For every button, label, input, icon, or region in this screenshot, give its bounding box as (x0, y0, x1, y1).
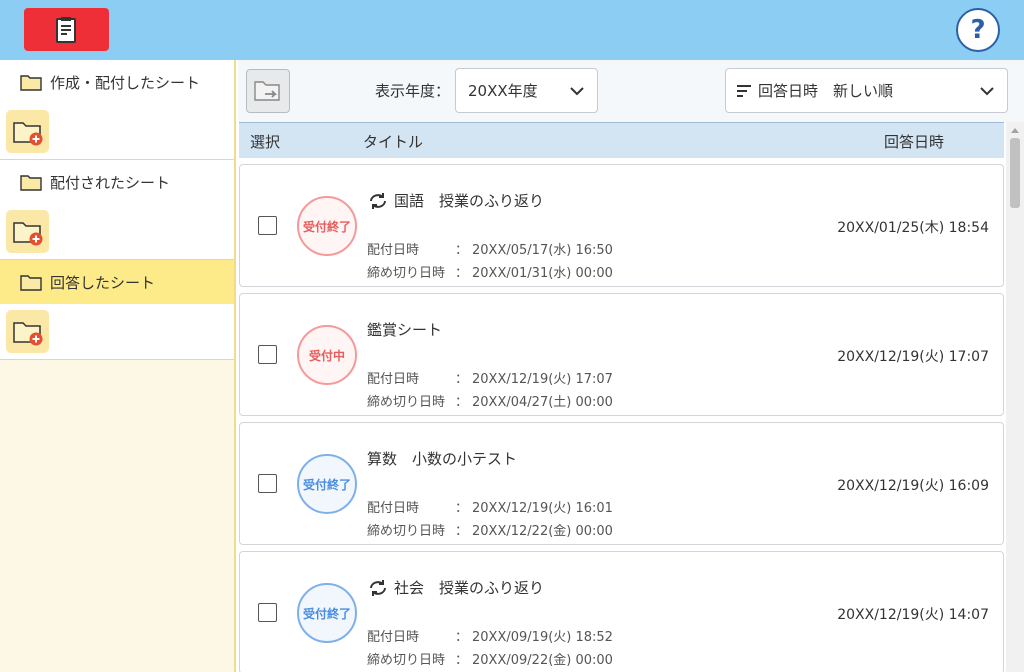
folder-icon (20, 73, 42, 91)
distributed-value: 20XX/12/19(火) 16:01 (472, 501, 613, 516)
deadline-row: 締め切り日時 ： 20XX/09/22(金) 00:00 (367, 649, 613, 668)
select-checkbox[interactable] (258, 474, 277, 493)
deadline-key: 締め切り日時 (367, 524, 446, 539)
distributed-row: 配付日時 ： 20XX/12/19(火) 16:01 (367, 497, 613, 516)
select-checkbox[interactable] (258, 603, 277, 622)
clipboard-note-icon (55, 16, 76, 43)
status-badge: 受付終了 (297, 454, 357, 514)
deadline-key: 締め切り日時 (367, 653, 446, 668)
app-header: ? (0, 0, 1024, 60)
sheet-title[interactable]: 国語 授業のふり返り (367, 190, 544, 211)
meta-separator: ： (455, 630, 469, 645)
chevron-down-icon (980, 87, 994, 96)
distributed-value: 20XX/09/19(火) 18:52 (472, 630, 613, 645)
sidebar-group-created: 作成・配付したシート (0, 60, 234, 160)
add-folder-button[interactable] (6, 210, 49, 253)
list-item[interactable]: 受付終了 算数 小数の小テスト 配付日時 ： 20XX/12/19(火) 16:01… (239, 422, 1004, 545)
distributed-key: 配付日時 (367, 630, 420, 645)
sidebar-group-answered: 回答したシート (0, 260, 234, 360)
deadline-value: 20XX/09/22(金) 00:00 (472, 653, 613, 668)
distributed-row: 配付日時 ： 20XX/09/19(火) 18:52 (367, 626, 613, 645)
year-select[interactable]: 20XX年度 (455, 68, 598, 113)
meta-separator: ： (455, 653, 469, 668)
deadline-row: 締め切り日時 ： 20XX/12/22(金) 00:00 (367, 520, 613, 539)
repeat-icon (367, 191, 389, 211)
sidebar-item-label: 回答したシート (50, 273, 156, 292)
sidebar: 作成・配付したシート 配付されたシート 回答したシート (0, 60, 236, 672)
status-badge: 受付終了 (297, 196, 357, 256)
folder-icon (20, 173, 42, 191)
distributed-value: 20XX/12/19(火) 17:07 (472, 372, 613, 387)
sort-lines-icon (737, 84, 751, 97)
sort-select[interactable]: 回答日時 新しい順 (725, 68, 1008, 113)
sidebar-item-label: 作成・配付したシート (50, 73, 201, 92)
sheet-title-text: 社会 授業のふり返り (394, 579, 545, 597)
move-folder-button[interactable] (246, 69, 290, 113)
list-item[interactable]: 受付中 鑑賞シート 配付日時： 20XX/12/19(火) 17:07 締め切り日… (239, 293, 1004, 416)
meta-separator: ： (455, 501, 469, 516)
meta-separator: ： (455, 372, 469, 387)
meta-separator: ： (455, 524, 469, 539)
deadline-value: 20XX/04/27(土) 00:00 (472, 395, 613, 410)
sheet-title[interactable]: 社会 授業のふり返り (367, 577, 544, 598)
header-answered[interactable]: 回答日時 (884, 131, 944, 152)
distributed-row: 配付日時 ： 20XX/12/19(火) 17:07 (367, 368, 613, 387)
folder-icon (20, 273, 42, 291)
year-value: 20XX年度 (468, 82, 538, 100)
app-menu-button[interactable] (24, 8, 109, 51)
select-checkbox[interactable] (258, 345, 277, 364)
meta-separator: ： (455, 395, 469, 410)
select-checkbox[interactable] (258, 216, 277, 235)
distributed-key: 配付日時 (367, 501, 420, 516)
add-folder-button[interactable] (6, 110, 49, 153)
scroll-up-arrow-icon[interactable] (1011, 128, 1019, 133)
sheet-title-text: 国語 授業のふり返り (394, 192, 545, 210)
chevron-down-icon (570, 87, 584, 96)
help-button[interactable]: ? (956, 8, 1000, 52)
deadline-key: 締め切り日時 (367, 395, 446, 410)
meta-separator: ： (455, 243, 469, 258)
sheet-title[interactable]: 鑑賞シート (367, 319, 442, 340)
add-folder-button[interactable] (6, 310, 49, 353)
answered-value: 20XX/12/19(火) 16:09 (837, 478, 989, 494)
sidebar-item-distributed[interactable]: 配付されたシート (0, 160, 234, 204)
sidebar-item-created[interactable]: 作成・配付したシート (0, 60, 234, 104)
sheet-title[interactable]: 算数 小数の小テスト (367, 448, 517, 469)
question-circle-icon: ? (970, 15, 986, 45)
list-item[interactable]: 受付終了 国語 授業のふり返り 配付日時 ： 20XX/05/17(水) 16:50… (239, 164, 1004, 287)
deadline-value: 20XX/12/22(金) 00:00 (472, 524, 613, 539)
status-badge: 受付終了 (297, 583, 357, 643)
header-select: 選択 (250, 133, 281, 151)
deadline-row: 締め切り日時 ： 20XX/01/31(水) 00:00 (367, 262, 613, 281)
distributed-row: 配付日時 ： 20XX/05/17(水) 16:50 (367, 239, 613, 258)
answered-value: 20XX/12/19(火) 14:07 (837, 607, 989, 623)
table-header: 選択 タイトル 回答日時 (239, 122, 1004, 158)
year-label: 表示年度： (375, 82, 451, 100)
meta-separator: ： (455, 266, 469, 281)
answered-value: 20XX/01/25(木) 18:54 (837, 220, 989, 236)
folder-add-icon (12, 121, 42, 145)
deadline-key: 締め切り日時 (367, 266, 446, 281)
answered-value: 20XX/12/19(火) 17:07 (837, 349, 989, 365)
status-badge: 受付中 (297, 325, 357, 385)
sidebar-group-distributed: 配付されたシート (0, 160, 234, 260)
folder-add-icon (12, 321, 42, 345)
sort-value: 回答日時 新しい順 (758, 82, 894, 100)
distributed-key: 配付日時 (367, 372, 420, 387)
folder-add-icon (12, 221, 42, 245)
sidebar-item-label: 配付されたシート (50, 173, 171, 192)
folder-move-icon (254, 81, 280, 101)
deadline-row: 締め切り日時 ： 20XX/04/27(土) 00:00 (367, 391, 613, 410)
scrollbar-thumb[interactable] (1010, 138, 1020, 208)
header-title: タイトル (363, 133, 424, 151)
distributed-key: 配付日時 (367, 243, 420, 258)
sidebar-item-answered[interactable]: 回答したシート (0, 260, 234, 304)
repeat-icon (367, 578, 389, 598)
list-item[interactable]: 受付終了 社会 授業のふり返り 配付日時 ： 20XX/09/19(火) 18:52… (239, 551, 1004, 672)
sheet-title-text: 鑑賞シート (367, 321, 443, 339)
deadline-value: 20XX/01/31(水) 00:00 (472, 266, 613, 281)
sheet-title-text: 算数 小数の小テスト (367, 450, 518, 468)
toolbar: 表示年度： 20XX年度 回答日時 新しい順 (238, 60, 1024, 122)
distributed-value: 20XX/05/17(水) 16:50 (472, 243, 613, 258)
